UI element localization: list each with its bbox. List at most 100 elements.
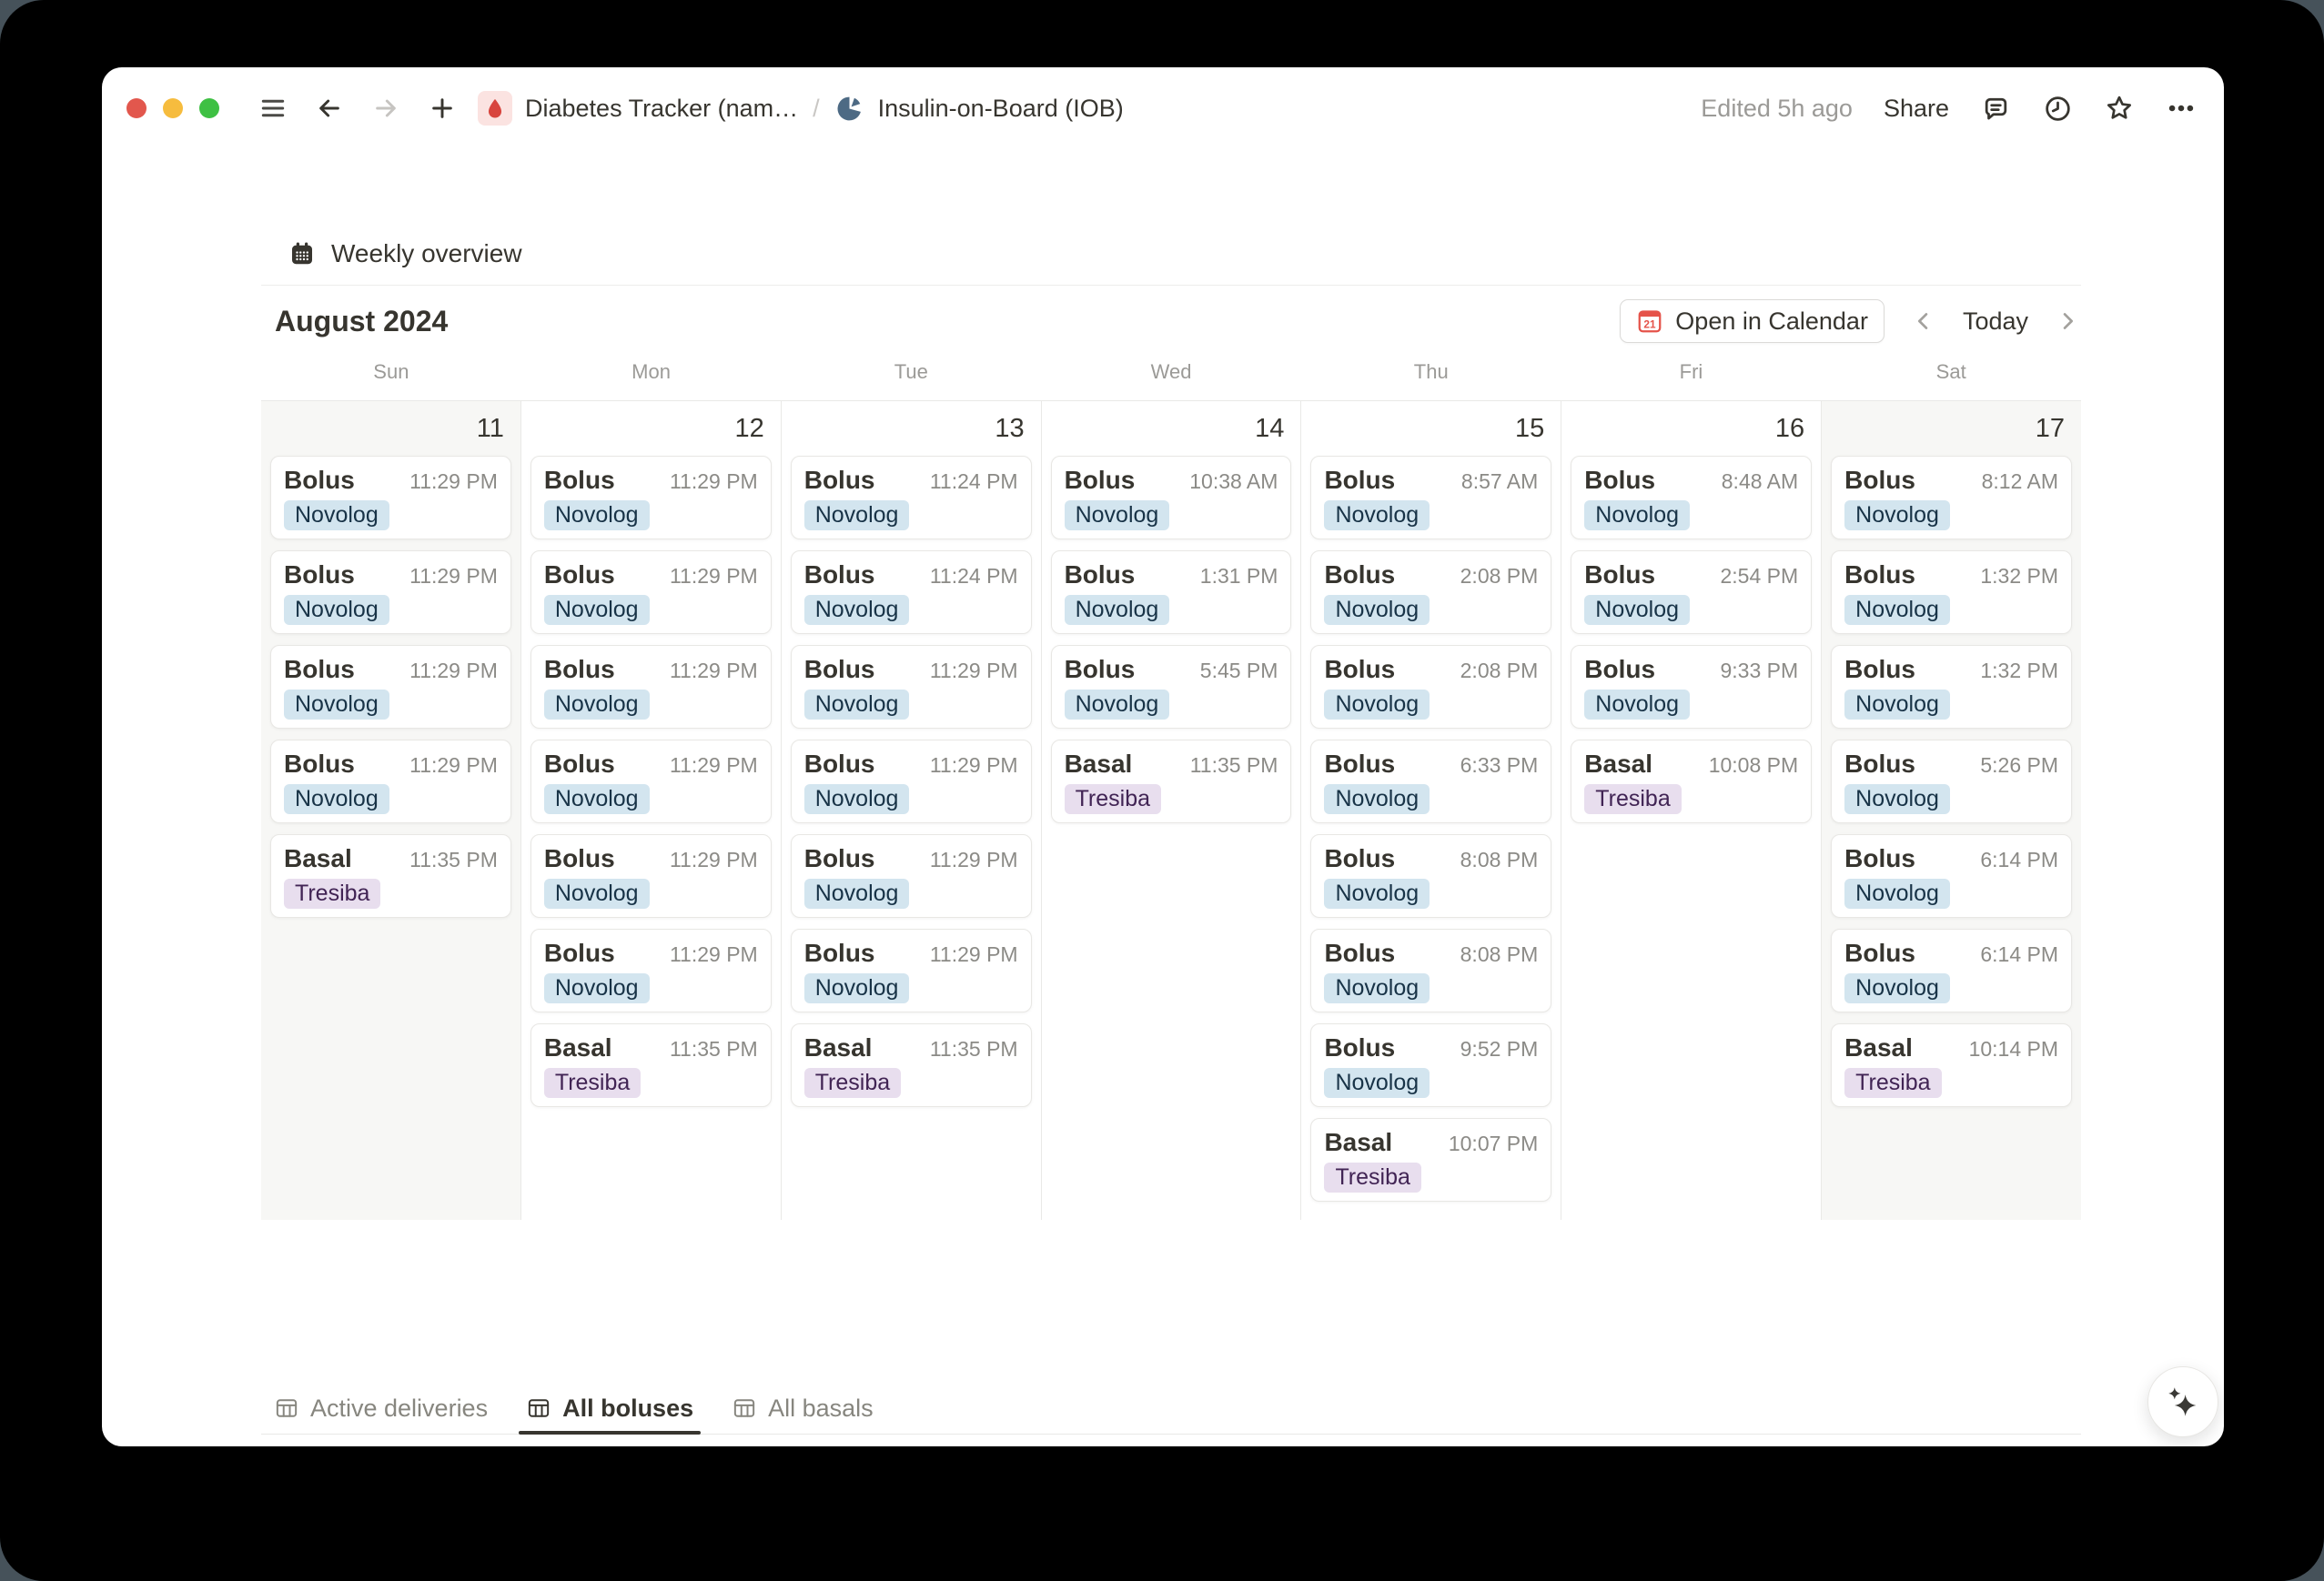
event-card[interactable]: Bolus 11:29 PM Novolog — [530, 645, 772, 729]
event-card[interactable]: Bolus 8:08 PM Novolog — [1310, 929, 1552, 1012]
ai-assistant-button[interactable] — [2147, 1366, 2218, 1437]
hamburger-menu-icon[interactable] — [258, 93, 288, 124]
event-card[interactable]: Bolus 11:29 PM Novolog — [270, 456, 511, 539]
event-card[interactable]: Bolus 1:32 PM Novolog — [1831, 550, 2073, 634]
event-card[interactable]: Bolus 8:08 PM Novolog — [1310, 834, 1552, 918]
insulin-tag: Novolog — [1844, 973, 1950, 1003]
day-column-14[interactable]: 14 Bolus 10:38 AM Novolog Bolus 1:31 PM Novolo… — [1040, 401, 1301, 1220]
event-card[interactable]: Bolus 8:48 AM Novolog — [1571, 456, 1813, 539]
tab-all-basals[interactable]: All basals — [724, 1383, 881, 1434]
event-card[interactable]: Bolus 11:29 PM Novolog — [530, 456, 772, 539]
event-card[interactable]: Bolus 1:32 PM Novolog — [1831, 645, 2073, 729]
breadcrumb-parent[interactable]: Diabetes Tracker (nam… — [525, 95, 798, 123]
event-card[interactable]: Bolus 10:38 AM Novolog — [1050, 456, 1292, 539]
event-card[interactable]: Bolus 11:29 PM Novolog — [790, 834, 1032, 918]
event-card[interactable]: Bolus 11:29 PM Novolog — [270, 645, 511, 729]
insulin-tag: Tresiba — [1324, 1163, 1421, 1193]
today-button[interactable]: Today — [1963, 307, 2028, 336]
chevron-left-icon[interactable] — [1910, 307, 1937, 335]
event-time: 11:35 PM — [929, 1037, 1018, 1061]
event-card[interactable]: Bolus 2:08 PM Novolog — [1310, 645, 1552, 729]
event-card[interactable]: Bolus 8:12 AM Novolog — [1831, 456, 2073, 539]
event-time: 2:08 PM — [1460, 659, 1539, 682]
breadcrumb-current[interactable]: Insulin-on-Board (IOB) — [878, 95, 1124, 123]
day-column-17[interactable]: 17 Bolus 8:12 AM Novolog Bolus 1:32 PM Novolog… — [1821, 401, 2082, 1220]
tab-active-deliveries[interactable]: Active deliveries — [267, 1383, 495, 1434]
date-number: 17 — [2035, 414, 2066, 443]
event-card[interactable]: Basal 11:35 PM Tresiba — [530, 1023, 772, 1107]
event-card[interactable]: Bolus 11:29 PM Novolog — [270, 740, 511, 823]
day-column-11[interactable]: 11 Bolus 11:29 PM Novolog Bolus 11:29 PM Novol… — [261, 401, 520, 1220]
event-card[interactable]: Bolus 11:29 PM Novolog — [530, 740, 772, 823]
close-window-button[interactable] — [126, 98, 147, 118]
event-card[interactable]: Bolus 1:31 PM Novolog — [1050, 550, 1292, 634]
insulin-tag: Tresiba — [284, 879, 381, 909]
share-button[interactable]: Share — [1884, 95, 1949, 123]
day-column-13[interactable]: 13 Bolus 11:24 PM Novolog Bolus 11:24 PM Novol… — [780, 401, 1041, 1220]
event-card[interactable]: Bolus 6:33 PM Novolog — [1310, 740, 1552, 823]
insulin-tag: Novolog — [1324, 595, 1430, 625]
more-options-icon[interactable] — [2166, 93, 2197, 124]
event-card[interactable]: Bolus 2:54 PM Novolog — [1571, 550, 1813, 634]
event-card[interactable]: Bolus 6:14 PM Novolog — [1831, 834, 2073, 918]
event-card[interactable]: Bolus 9:52 PM Novolog — [1310, 1023, 1552, 1107]
event-title: Bolus — [1844, 466, 1915, 494]
chevron-right-icon[interactable] — [2054, 307, 2081, 335]
event-title: Bolus — [1324, 844, 1396, 872]
desktop-background: Diabetes Tracker (nam… / Insulin-on-Boar… — [0, 0, 2324, 1581]
event-card[interactable]: Bolus 11:29 PM Novolog — [530, 929, 772, 1012]
event-card[interactable]: Bolus 11:24 PM Novolog — [790, 456, 1032, 539]
event-card[interactable]: Basal 11:35 PM Tresiba — [1050, 740, 1292, 823]
day-column-15[interactable]: 15 Bolus 8:57 AM Novolog Bolus 2:08 PM Novolog… — [1300, 401, 1561, 1220]
day-header-mon: Mon — [632, 360, 671, 383]
view-title[interactable]: Weekly overview — [331, 239, 522, 268]
event-card[interactable]: Basal 10:08 PM Tresiba — [1571, 740, 1813, 823]
zoom-window-button[interactable] — [199, 98, 219, 118]
event-title: Bolus — [1064, 466, 1136, 494]
open-in-calendar-button[interactable]: 21 Open in Calendar — [1620, 299, 1884, 343]
event-card[interactable]: Bolus 11:29 PM Novolog — [790, 645, 1032, 729]
event-card[interactable]: Bolus 11:29 PM Novolog — [270, 550, 511, 634]
event-card[interactable]: Basal 10:14 PM Tresiba — [1831, 1023, 2073, 1107]
insulin-tag: Novolog — [1844, 595, 1950, 625]
minimize-window-button[interactable] — [163, 98, 183, 118]
event-list: Bolus 11:24 PM Novolog Bolus 11:24 PM Novolog… — [782, 456, 1041, 1107]
event-card[interactable]: Bolus 11:24 PM Novolog — [790, 550, 1032, 634]
event-title: Bolus — [1064, 560, 1136, 589]
event-list: Bolus 11:29 PM Novolog Bolus 11:29 PM Novolog… — [521, 456, 781, 1107]
event-card[interactable]: Bolus 9:33 PM Novolog — [1571, 645, 1813, 729]
event-card[interactable]: Bolus 8:57 AM Novolog — [1310, 456, 1552, 539]
event-card[interactable]: Bolus 11:29 PM Novolog — [790, 929, 1032, 1012]
event-time: 11:29 PM — [669, 564, 758, 588]
event-card[interactable]: Basal 10:07 PM Tresiba — [1310, 1118, 1552, 1202]
event-time: 1:32 PM — [1980, 564, 2059, 588]
insulin-tag: Tresiba — [1584, 784, 1682, 814]
tab-label: All basals — [768, 1394, 874, 1422]
day-header-thu: Thu — [1413, 360, 1449, 383]
event-time: 11:35 PM — [409, 848, 498, 871]
comments-icon[interactable] — [1980, 93, 2011, 124]
new-page-button[interactable] — [427, 93, 458, 124]
event-card[interactable]: Bolus 11:29 PM Novolog — [530, 550, 772, 634]
event-card[interactable]: Bolus 2:08 PM Novolog — [1310, 550, 1552, 634]
event-title: Bolus — [284, 750, 355, 778]
event-card[interactable]: Basal 11:35 PM Tresiba — [790, 1023, 1032, 1107]
event-time: 11:29 PM — [929, 659, 1018, 682]
event-card[interactable]: Bolus 11:29 PM Novolog — [530, 834, 772, 918]
day-column-16[interactable]: 16 Bolus 8:48 AM Novolog Bolus 2:54 PM Novolog… — [1561, 401, 1821, 1220]
history-clock-icon[interactable] — [2042, 93, 2073, 124]
event-card[interactable]: Bolus 5:45 PM Novolog — [1050, 645, 1292, 729]
back-button[interactable] — [314, 93, 345, 124]
event-card[interactable]: Bolus 6:14 PM Novolog — [1831, 929, 2073, 1012]
event-card[interactable]: Bolus 11:29 PM Novolog — [790, 740, 1032, 823]
favorite-star-icon[interactable] — [2104, 93, 2135, 124]
event-title: Bolus — [284, 560, 355, 589]
insulin-tag: Novolog — [284, 690, 389, 720]
event-time: 8:08 PM — [1460, 848, 1539, 871]
event-card[interactable]: Basal 11:35 PM Tresiba — [270, 834, 511, 918]
event-card[interactable]: Bolus 5:26 PM Novolog — [1831, 740, 2073, 823]
tab-all-boluses[interactable]: All boluses — [519, 1383, 702, 1435]
forward-button[interactable] — [370, 93, 401, 124]
blood-drop-icon — [478, 91, 512, 126]
day-column-12[interactable]: 12 Bolus 11:29 PM Novolog Bolus 11:29 PM Novol… — [520, 401, 781, 1220]
